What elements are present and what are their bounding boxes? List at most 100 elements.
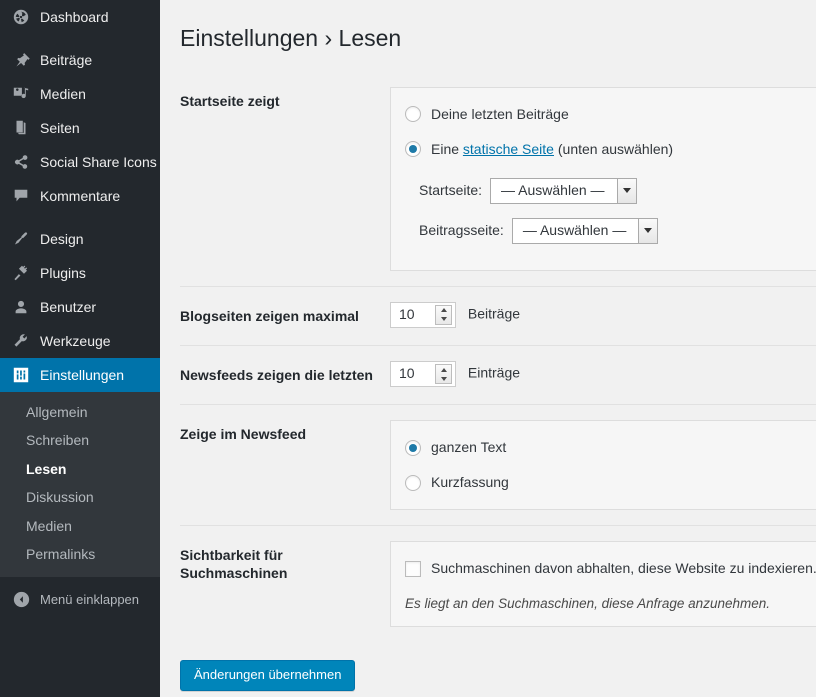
chevron-down-icon[interactable] [638, 218, 658, 243]
front-page-field: Deine letzten Beiträge Eine statische Se… [390, 71, 816, 287]
radio-static-page-label: Eine statische Seite (unten auswählen) [431, 139, 673, 160]
posts-per-rss-stepper[interactable]: 10 [390, 361, 456, 388]
submit-row: Änderungen übernehmen [180, 642, 816, 692]
chevron-down-icon[interactable] [616, 178, 636, 203]
sidebar-item-label: Kommentare [40, 188, 121, 204]
radio-latest-posts-label: Deine letzten Beiträge [431, 105, 569, 122]
media-icon [11, 84, 31, 104]
wrench-icon [11, 331, 31, 351]
search-visibility-label-line2: Suchmaschinen [180, 565, 288, 582]
pin-icon [11, 50, 31, 70]
submenu-item-discussion[interactable]: Diskussion [0, 484, 160, 512]
submenu-item-general[interactable]: Allgemein [0, 399, 160, 427]
sidebar-item-dashboard[interactable]: Dashboard [0, 0, 160, 34]
radio-full-text-label: ganzen Text [431, 439, 507, 456]
posts-per-page-label: Blogseiten zeigen maximal [180, 286, 390, 347]
sidebar-item-social-share-icons[interactable]: Social Share Icons [0, 145, 160, 179]
pages-icon [11, 118, 31, 138]
settings-icon [11, 365, 31, 385]
radio-static-page-input[interactable] [405, 141, 421, 158]
spinner-buttons[interactable] [435, 304, 452, 325]
posts-per-page-value: 10 [399, 306, 415, 323]
checkbox-discourage-search-engines[interactable]: Suchmaschinen davon abhalten, diese Webs… [405, 558, 816, 579]
spinner-up-icon[interactable] [436, 365, 451, 374]
row-front-page: Startseite zeigt Deine letzten Beiträge … [180, 71, 816, 287]
sidebar-item-plugins[interactable]: Plugins [0, 256, 160, 290]
submenu-item-reading[interactable]: Lesen [0, 456, 160, 484]
static-page-selects: Startseite: — Auswählen — Beitragsseite:… [405, 177, 805, 244]
settings-submenu: Allgemein Schreiben Lesen Diskussion Med… [0, 392, 160, 578]
radio-summary-label: Kurzfassung [431, 474, 509, 491]
posts-per-page-stepper[interactable]: 10 [390, 301, 456, 328]
admin-sidebar: Dashboard Beiträge Medien Seiten Social … [0, 0, 168, 697]
sidebar-item-label: Seiten [40, 120, 80, 136]
sidebar-item-comments[interactable]: Kommentare [0, 179, 160, 213]
spinner-buttons[interactable] [435, 364, 452, 385]
sidebar-separator [0, 213, 160, 222]
sidebar-item-label: Social Share Icons [40, 154, 157, 170]
main-content: Einstellungen › Lesen Startseite zeigt D… [160, 0, 816, 697]
collapse-arrow-icon [11, 589, 31, 609]
front-page-select[interactable]: — Auswählen — [490, 177, 637, 204]
search-visibility-label-line1: Sichtbarkeit für [180, 547, 283, 564]
radio-latest-posts-input[interactable] [405, 106, 421, 123]
radio-full-text[interactable]: ganzen Text [405, 437, 805, 458]
search-visibility-note: Es liegt an den Suchmaschinen, diese Anf… [405, 596, 770, 612]
static-suffix-text: (unten auswählen) [553, 140, 674, 157]
spinner-down-icon[interactable] [436, 315, 451, 324]
submenu-item-permalinks[interactable]: Permalinks [0, 541, 160, 569]
feed-shows-label: Zeige im Newsfeed [180, 404, 390, 527]
posts-per-rss-field: 10 Einträge [390, 345, 816, 406]
submenu-item-media[interactable]: Medien [0, 513, 160, 541]
sidebar-item-label: Einstellungen [40, 367, 125, 383]
sidebar-item-settings[interactable]: Einstellungen [0, 358, 168, 392]
row-feed-shows: Zeige im Newsfeed ganzen Text Kurzfassun… [180, 404, 816, 527]
posts-page-select-label: Beitragsseite: [419, 222, 504, 239]
sidebar-item-label: Medien [40, 86, 86, 102]
static-prefix-text: Eine [431, 140, 463, 157]
comment-icon [11, 186, 31, 206]
row-posts-per-page: Blogseiten zeigen maximal 10 Beiträge [180, 286, 816, 347]
sidebar-item-appearance[interactable]: Design [0, 222, 160, 256]
posts-per-page-unit: Beiträge [467, 305, 521, 322]
discourage-search-engines-input[interactable] [405, 560, 421, 577]
sidebar-item-posts[interactable]: Beiträge [0, 43, 160, 77]
radio-summary-input[interactable] [405, 474, 421, 491]
radio-latest-posts[interactable]: Deine letzten Beiträge [405, 104, 805, 125]
posts-page-select-row: Beitragsseite: — Auswählen — [419, 217, 805, 244]
sidebar-menu: Dashboard Beiträge Medien Seiten Social … [0, 0, 168, 616]
search-visibility-label: Sichtbarkeit für Suchmaschinen [180, 526, 390, 642]
front-page-select-value: — Auswählen — [501, 182, 605, 199]
page-title: Einstellungen › Lesen [180, 25, 402, 51]
static-page-link[interactable]: statische Seite [463, 141, 554, 157]
radio-full-text-input[interactable] [405, 439, 421, 456]
sidebar-item-tools[interactable]: Werkzeuge [0, 324, 160, 358]
row-posts-per-rss: Newsfeeds zeigen die letzten 10 Einträge [180, 345, 816, 406]
front-page-fieldset: Deine letzten Beiträge Eine statische Se… [390, 86, 816, 271]
spinner-down-icon[interactable] [436, 374, 451, 383]
posts-page-select[interactable]: — Auswählen — [511, 217, 659, 244]
share-icon [11, 152, 31, 172]
front-page-select-row: Startseite: — Auswählen — [419, 177, 805, 204]
plug-icon [11, 263, 31, 283]
save-changes-button[interactable]: Änderungen übernehmen [180, 660, 356, 692]
posts-per-rss-value: 10 [399, 365, 415, 382]
sidebar-item-label: Dashboard [40, 9, 109, 25]
sidebar-item-users[interactable]: Benutzer [0, 290, 160, 324]
search-visibility-fieldset: Suchmaschinen davon abhalten, diese Webs… [390, 541, 816, 628]
row-search-visibility: Sichtbarkeit für Suchmaschinen Suchmasch… [180, 526, 816, 642]
collapse-menu-button[interactable]: Menü einklappen [0, 582, 160, 616]
sidebar-item-media[interactable]: Medien [0, 77, 160, 111]
radio-summary[interactable]: Kurzfassung [405, 472, 805, 493]
submenu-item-writing[interactable]: Schreiben [0, 427, 160, 455]
sidebar-item-pages[interactable]: Seiten [0, 111, 160, 145]
front-page-label: Startseite zeigt [180, 71, 390, 287]
radio-static-page[interactable]: Eine statische Seite (unten auswählen) [405, 139, 805, 160]
spinner-up-icon[interactable] [436, 306, 451, 315]
sidebar-item-label: Werkzeuge [40, 333, 111, 349]
posts-page-select-value: — Auswählen — [522, 222, 627, 239]
sidebar-separator [0, 34, 160, 43]
user-icon [11, 297, 31, 317]
sidebar-item-label: Design [40, 231, 84, 247]
admin-screen: Dashboard Beiträge Medien Seiten Social … [0, 0, 816, 697]
